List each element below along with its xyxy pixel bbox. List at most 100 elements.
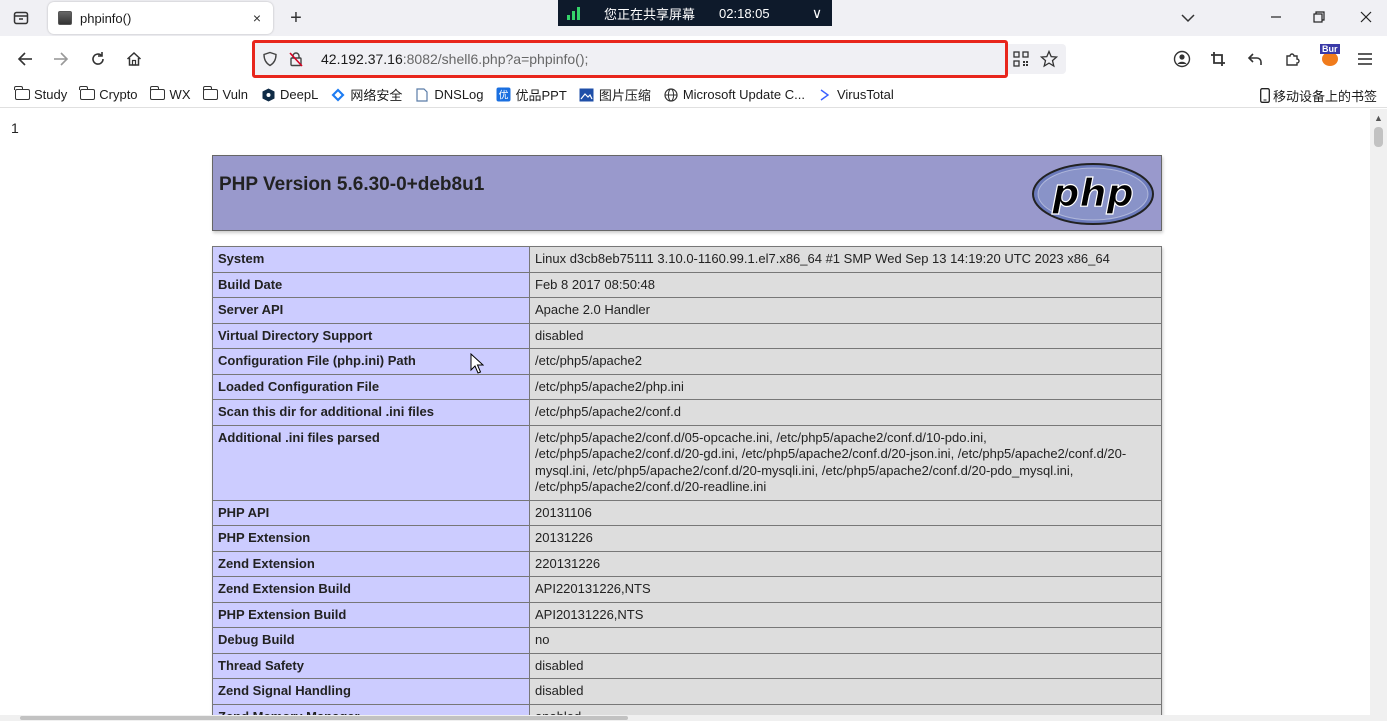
forward-arrow-icon[interactable] xyxy=(48,46,74,72)
php-logo-text: php xyxy=(1051,171,1133,215)
info-label: PHP Extension xyxy=(212,525,530,552)
bookmark-ppt[interactable]: 优优品PPT xyxy=(496,85,567,104)
bookmark-crypto[interactable]: Crypto xyxy=(79,86,138,102)
script-output-text: 1 xyxy=(11,120,19,136)
table-row: Loaded Configuration File/etc/php5/apach… xyxy=(212,373,1162,400)
undo-arrow-icon[interactable] xyxy=(1242,46,1268,72)
folder-icon xyxy=(149,86,166,102)
info-label: Zend Signal Handling xyxy=(212,678,530,705)
close-window-icon[interactable] xyxy=(1351,4,1381,30)
php-info-table: System Linux d3cb8eb75111 3.10.0-1160.99.… xyxy=(212,246,1162,715)
table-row: Scan this dir for additional .ini files /… xyxy=(212,399,1162,426)
info-label: Debug Build xyxy=(212,627,530,654)
bookmark-study[interactable]: Study xyxy=(14,86,67,102)
tab-overview-icon[interactable] xyxy=(8,6,34,30)
info-label: Server API xyxy=(212,297,530,324)
info-value: 20131226 xyxy=(529,525,1162,552)
insecure-lock-icon[interactable] xyxy=(285,48,307,70)
php-logo-icon: php xyxy=(1032,163,1154,225)
info-value: enabled xyxy=(529,703,1162,715)
tab-title: phpinfo() xyxy=(80,10,132,26)
bookmark-virustotal[interactable]: VirusTotal xyxy=(817,87,894,102)
horizontal-scrollbar[interactable] xyxy=(0,715,1370,721)
table-row: Thread Safety disabled xyxy=(212,652,1162,679)
screen-share-time: 02:18:05 xyxy=(719,5,770,21)
network-security-icon xyxy=(330,88,346,102)
tab-strip: phpinfo() × + 您正在共享屏幕 02:18:05 ∨ xyxy=(0,0,1387,36)
deepl-icon xyxy=(260,88,276,102)
table-row: System Linux d3cb8eb75111 3.10.0-1160.99.… xyxy=(212,246,1162,273)
info-label: Loaded Configuration File xyxy=(212,373,530,400)
bookmark-label: 网络安全 xyxy=(350,88,403,103)
mobile-bookmarks[interactable]: 移动设备上的书签 xyxy=(1260,86,1377,105)
folder-icon xyxy=(202,86,219,102)
info-value: API20131226,NTS xyxy=(529,601,1162,628)
info-value: 220131226 xyxy=(529,550,1162,577)
virustotal-icon xyxy=(817,88,833,102)
burp-extension-label: Bur xyxy=(1320,44,1340,54)
info-value: /etc/php5/apache2/conf.d/05-opcache.ini,… xyxy=(529,424,1162,501)
info-label: Zend Extension Build xyxy=(212,576,530,603)
table-row: Virtual Directory Support disabled xyxy=(212,322,1162,349)
bookmark-network-security[interactable]: 网络安全 xyxy=(330,85,402,104)
scrollbar-thumb[interactable] xyxy=(20,716,628,720)
php-version-header: PHP Version 5.6.30-0+deb8u1 php xyxy=(212,155,1162,231)
restore-icon[interactable] xyxy=(1304,4,1334,30)
extensions-puzzle-icon[interactable] xyxy=(1279,46,1305,72)
table-row: PHP Extension 20131226 xyxy=(212,525,1162,552)
info-value: /etc/php5/apache2 xyxy=(529,348,1162,375)
qr-code-icon[interactable] xyxy=(1008,46,1034,72)
account-icon[interactable] xyxy=(1169,46,1195,72)
bookmark-star-icon[interactable] xyxy=(1036,46,1062,72)
crop-screenshot-icon[interactable] xyxy=(1205,46,1231,72)
mobile-bookmarks-label: 移动设备上的书签 xyxy=(1272,89,1377,104)
vertical-scrollbar[interactable]: ▲ xyxy=(1370,109,1387,721)
table-row: Debug Build no xyxy=(212,627,1162,654)
bookmark-vuln[interactable]: Vuln xyxy=(202,86,248,102)
table-row: Zend Extension 220131226 xyxy=(212,550,1162,577)
url-text[interactable]: 42.192.37.16:8082/shell6.php?a=phpinfo()… xyxy=(321,51,588,67)
info-value: Feb 8 2017 08:50:48 xyxy=(529,271,1162,298)
folder-icon xyxy=(79,86,95,102)
back-arrow-icon[interactable] xyxy=(12,46,38,72)
info-value: /etc/php5/apache2/php.ini xyxy=(529,373,1162,400)
info-label: Zend Memory Manager xyxy=(212,703,530,715)
close-tab-icon[interactable]: × xyxy=(247,8,267,28)
tab-phpinfo[interactable]: phpinfo() × xyxy=(48,2,273,34)
info-value: API220131226,NTS xyxy=(529,576,1162,603)
info-label: PHP API xyxy=(212,499,530,526)
chevron-down-icon[interactable]: ∨ xyxy=(802,5,832,22)
image-compress-icon xyxy=(579,88,595,102)
burp-extension-icon[interactable]: Bur xyxy=(1320,44,1340,66)
list-all-tabs-icon[interactable] xyxy=(1178,8,1198,28)
bookmark-wx[interactable]: WX xyxy=(149,86,191,102)
hamburger-menu-icon[interactable] xyxy=(1352,46,1378,72)
table-row: Zend Signal Handling disabled xyxy=(212,678,1162,705)
bookmark-dnslog[interactable]: DNSLog xyxy=(414,87,484,102)
home-icon[interactable] xyxy=(121,46,147,72)
page-favicon-icon xyxy=(58,11,72,25)
url-bar[interactable]: 42.192.37.16:8082/shell6.php?a=phpinfo()… xyxy=(252,40,1008,78)
bookmark-microsoft-update[interactable]: Microsoft Update C... xyxy=(663,87,805,102)
info-label: Thread Safety xyxy=(212,652,530,679)
mouse-cursor-icon xyxy=(470,353,484,374)
bookmark-image-compress[interactable]: 图片压缩 xyxy=(579,85,651,104)
info-label: Virtual Directory Support xyxy=(212,322,530,349)
info-value: disabled xyxy=(529,652,1162,679)
svg-text:优: 优 xyxy=(499,89,509,102)
shield-icon[interactable] xyxy=(259,48,281,70)
scroll-up-arrow-icon[interactable]: ▲ xyxy=(1374,113,1383,123)
scrollbar-thumb[interactable] xyxy=(1374,127,1383,147)
reload-icon[interactable] xyxy=(85,46,111,72)
info-label: PHP Extension Build xyxy=(212,601,530,628)
php-version-title: PHP Version 5.6.30-0+deb8u1 xyxy=(219,174,485,195)
bookmark-label: VirusTotal xyxy=(836,87,894,102)
screen-share-text: 您正在共享屏幕 xyxy=(604,7,696,23)
info-value: disabled xyxy=(529,322,1162,349)
new-tab-button[interactable]: + xyxy=(284,6,308,30)
bookmark-label: 优品PPT xyxy=(515,88,567,103)
minimize-icon[interactable] xyxy=(1261,4,1291,30)
page-content[interactable]: 1 PHP Version 5.6.30-0+deb8u1 php System… xyxy=(0,109,1370,715)
bookmark-deepl[interactable]: DeepL xyxy=(260,87,318,102)
table-row: Build Date Feb 8 2017 08:50:48 xyxy=(212,271,1162,298)
